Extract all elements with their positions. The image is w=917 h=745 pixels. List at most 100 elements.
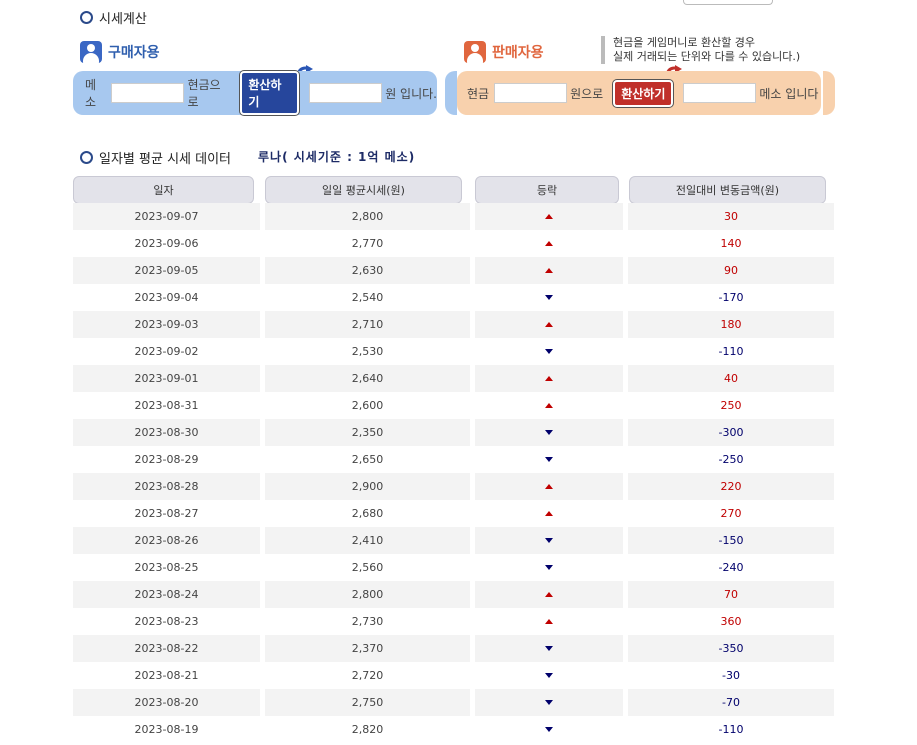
down-triangle-icon: [545, 430, 553, 435]
down-triangle-icon: [545, 457, 553, 462]
daily-title-text: 일자별 평균 시세 데이터: [99, 152, 231, 167]
buyer-meso-input[interactable]: [111, 83, 185, 103]
direction-cell: [475, 419, 623, 446]
date-cell: 2023-09-02: [134, 345, 199, 358]
table-row: 2023-09-03 2,710 180: [73, 311, 834, 338]
change-amount-cell: -110: [718, 723, 744, 736]
buyer-calc-box: 메소 현금으로 환산하기 원 입니다.: [73, 71, 437, 115]
down-triangle-icon: [545, 727, 553, 732]
change-amount-cell: -30: [722, 669, 740, 682]
up-triangle-icon: [545, 592, 553, 597]
date-cell: 2023-08-25: [134, 561, 199, 574]
seller-box-edge: [823, 71, 835, 115]
table-row: 2023-08-26 2,410 -150: [73, 527, 834, 554]
date-cell: 2023-08-20: [73, 689, 260, 716]
date-cell: 2023-08-22: [73, 635, 260, 662]
conversion-notice: 현금을 게임머니로 환산할 경우 실제 거래되는 단위와 다를 수 있습니다.): [601, 36, 800, 64]
change-amount-cell: 90: [628, 257, 834, 284]
header-date: 일자: [73, 176, 254, 204]
direction-cell: [475, 338, 623, 365]
buyer-convert-button[interactable]: 환산하기: [240, 71, 300, 115]
change-amount-cell: -250: [718, 453, 744, 466]
table-row: 2023-08-28 2,900 220: [73, 473, 834, 500]
direction-cell: [475, 230, 623, 257]
price-cell: 2,800: [265, 581, 470, 608]
date-cell: 2023-09-01: [73, 365, 260, 392]
table-row: 2023-08-22 2,370 -350: [73, 635, 834, 662]
date-cell: 2023-08-24: [73, 581, 260, 608]
table-row: 2023-08-21 2,720 -30: [73, 662, 834, 689]
date-cell: 2023-08-29: [134, 453, 199, 466]
calc-title-text: 시세계산: [99, 12, 147, 27]
price-cell: 2,650: [351, 453, 384, 466]
daily-price-table: 2023-09-07 2,800 30 2023-09-06 2,770 140 2023-…: [73, 203, 834, 743]
date-cell: 2023-09-06: [134, 237, 199, 250]
date-cell: 2023-09-05: [73, 257, 260, 284]
header-change-direction: 등락: [475, 176, 619, 204]
change-amount-cell: -170: [718, 291, 744, 304]
direction-cell: [475, 608, 623, 635]
price-cell: 2,750: [265, 689, 470, 716]
top-select-stub[interactable]: [683, 0, 773, 5]
direction-cell: [475, 311, 623, 338]
ring-bullet-icon: [80, 11, 93, 24]
seller-convert-button[interactable]: 환산하기: [613, 79, 674, 107]
date-cell: 2023-08-26: [73, 527, 260, 554]
table-row: 2023-09-04 2,540 -170: [73, 284, 834, 311]
market-basis-label: 루나( 시세기준 : 1억 메소): [258, 150, 416, 164]
price-cell: 2,820: [351, 723, 384, 736]
direction-cell: [475, 473, 623, 500]
date-cell: 2023-08-28: [73, 473, 260, 500]
price-cell: 2,710: [265, 311, 470, 338]
buyer-meso-label: 메소: [85, 78, 97, 109]
seller-cash-input[interactable]: [494, 83, 568, 103]
down-triangle-icon: [545, 538, 553, 543]
price-cell: 2,600: [351, 399, 384, 412]
table-row: 2023-09-01 2,640 40: [73, 365, 834, 392]
direction-cell: [475, 284, 623, 311]
change-amount-cell: 180: [628, 311, 834, 338]
down-triangle-icon: [545, 673, 553, 678]
price-cell: 2,900: [265, 473, 470, 500]
table-row: 2023-08-31 2,600 250: [73, 392, 834, 419]
price-cell: 2,560: [351, 561, 384, 574]
seller-result-input[interactable]: [683, 83, 757, 103]
price-cell: 2,680: [351, 507, 384, 520]
table-row: 2023-08-20 2,750 -70: [73, 689, 834, 716]
date-cell: 2023-08-19: [134, 723, 199, 736]
buyer-box-edge: [445, 71, 457, 115]
change-amount-cell: -110: [718, 345, 744, 358]
direction-cell: [475, 554, 623, 581]
price-cell: 2,800: [265, 203, 470, 230]
table-row: 2023-08-30 2,350 -300: [73, 419, 834, 446]
date-cell: 2023-08-31: [134, 399, 199, 412]
up-triangle-icon: [545, 403, 553, 408]
date-cell: 2023-09-07: [73, 203, 260, 230]
down-triangle-icon: [545, 565, 553, 570]
price-cell: 2,770: [351, 237, 384, 250]
header-avg-price: 일일 평균시세(원): [265, 176, 462, 204]
up-triangle-icon: [545, 376, 553, 381]
direction-cell: [475, 446, 623, 473]
direction-cell: [475, 365, 623, 392]
price-cell: 2,720: [351, 669, 384, 682]
direction-cell: [475, 689, 623, 716]
change-amount-cell: 220: [628, 473, 834, 500]
buyer-person-icon: [80, 41, 102, 63]
direction-cell: [475, 716, 623, 743]
price-cell: 2,530: [351, 345, 384, 358]
up-triangle-icon: [545, 322, 553, 327]
header-change-amount: 전일대비 변동금액(원): [629, 176, 826, 204]
table-row: 2023-08-29 2,650 -250: [73, 446, 834, 473]
price-cell: 2,350: [265, 419, 470, 446]
buyer-result-input[interactable]: [309, 83, 383, 103]
change-amount-cell: 70: [628, 581, 834, 608]
up-triangle-icon: [545, 484, 553, 489]
date-cell: 2023-09-04: [134, 291, 199, 304]
table-row: 2023-09-07 2,800 30: [73, 203, 834, 230]
table-row: 2023-09-02 2,530 -110: [73, 338, 834, 365]
direction-cell: [475, 392, 623, 419]
change-amount-cell: -300: [628, 419, 834, 446]
seller-header: 판매자용: [464, 41, 544, 63]
up-triangle-icon: [545, 214, 553, 219]
